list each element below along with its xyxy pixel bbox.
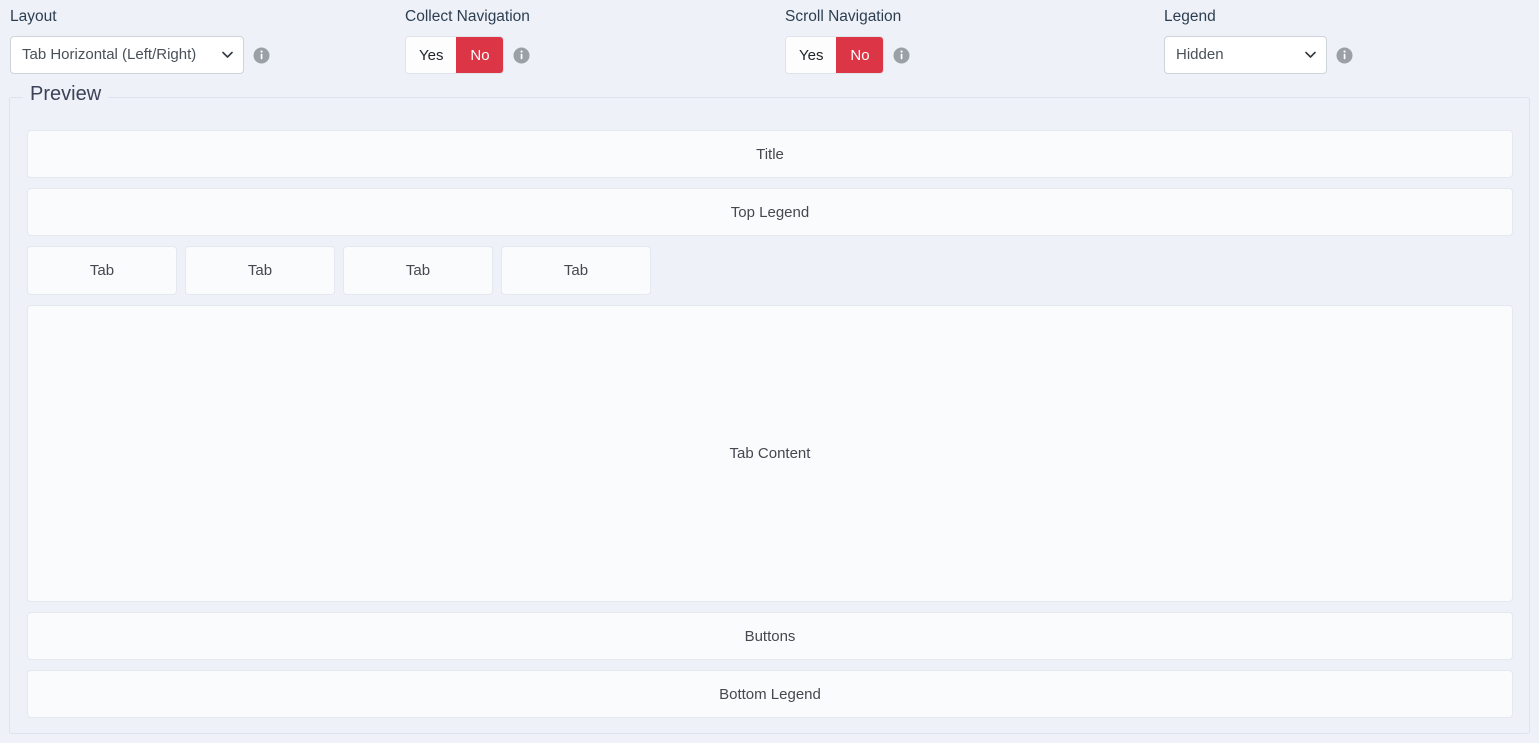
preview-tab-1[interactable]: Tab bbox=[27, 246, 177, 295]
layout-info-icon[interactable] bbox=[253, 47, 270, 64]
preview-panel: Preview Title Top Legend Tab Tab Tab Tab… bbox=[9, 82, 1530, 734]
preview-tab-2[interactable]: Tab bbox=[185, 246, 335, 295]
settings-toolbar: Layout Tab Horizontal (Left/Right) Colle… bbox=[0, 0, 1539, 90]
legend-select-wrapper[interactable]: Hidden bbox=[1164, 36, 1327, 74]
layout-control: Tab Horizontal (Left/Right) bbox=[10, 36, 270, 74]
preview-top-legend-box: Top Legend bbox=[27, 188, 1513, 236]
preview-panel-title: Preview bbox=[23, 82, 109, 106]
preview-tab-4[interactable]: Tab bbox=[501, 246, 651, 295]
layout-select[interactable]: Tab Horizontal (Left/Right) bbox=[10, 36, 244, 74]
preview-tab-3[interactable]: Tab bbox=[343, 246, 493, 295]
preview-bottom-legend-box: Bottom Legend bbox=[27, 670, 1513, 718]
preview-title-box: Title bbox=[27, 130, 1513, 178]
preview-buttons-box: Buttons bbox=[27, 612, 1513, 660]
scroll-navigation-info-icon[interactable] bbox=[893, 47, 910, 64]
collect-navigation-field-group: Collect Navigation Yes No bbox=[405, 0, 530, 74]
legend-info-icon[interactable] bbox=[1336, 47, 1353, 64]
scroll-navigation-toggle[interactable]: Yes No bbox=[785, 36, 885, 74]
scroll-navigation-control: Yes No bbox=[785, 36, 910, 74]
legend-control: Hidden bbox=[1164, 36, 1353, 74]
collect-navigation-label: Collect Navigation bbox=[405, 8, 530, 25]
collect-navigation-info-icon[interactable] bbox=[513, 47, 530, 64]
collect-navigation-control: Yes No bbox=[405, 36, 530, 74]
preview-tab-content-box: Tab Content bbox=[27, 305, 1513, 602]
collect-navigation-no-option[interactable]: No bbox=[456, 37, 504, 73]
scroll-navigation-label: Scroll Navigation bbox=[785, 8, 902, 25]
layout-label: Layout bbox=[10, 8, 57, 25]
preview-tab-row: Tab Tab Tab Tab bbox=[27, 246, 1513, 295]
preview-content: Title Top Legend Tab Tab Tab Tab Tab Con… bbox=[27, 130, 1513, 718]
layout-select-wrapper[interactable]: Tab Horizontal (Left/Right) bbox=[10, 36, 244, 74]
collect-navigation-toggle[interactable]: Yes No bbox=[405, 36, 505, 74]
layout-field-group: Layout Tab Horizontal (Left/Right) bbox=[10, 0, 270, 74]
scroll-navigation-no-option[interactable]: No bbox=[836, 37, 884, 73]
legend-field-group: Legend Hidden bbox=[1164, 0, 1353, 74]
scroll-navigation-yes-option[interactable]: Yes bbox=[786, 37, 837, 73]
collect-navigation-yes-option[interactable]: Yes bbox=[406, 37, 457, 73]
legend-label: Legend bbox=[1164, 8, 1216, 25]
legend-select[interactable]: Hidden bbox=[1164, 36, 1327, 74]
scroll-navigation-field-group: Scroll Navigation Yes No bbox=[785, 0, 910, 74]
